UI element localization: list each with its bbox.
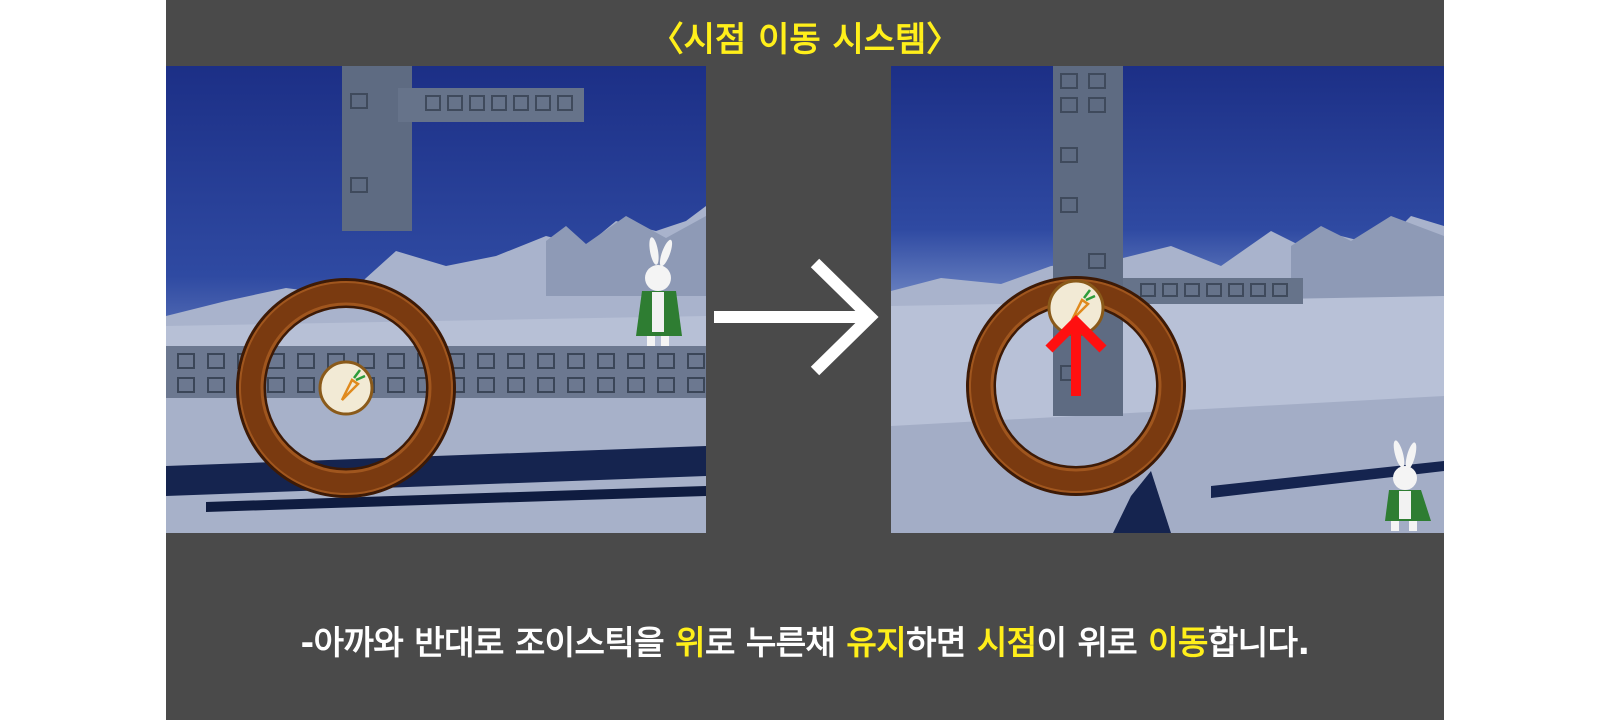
caption-text: -아까와 반대로 조이스틱을 (300, 623, 676, 662)
caption-text: 로 누른채 (704, 623, 847, 662)
slide: 〈시점 이동 시스템〉 -아까와 반대로 조이스틱을 위로 누른채 유지하면 시… (166, 0, 1444, 720)
caption: -아까와 반대로 조이스틱을 위로 누른채 유지하면 시점이 위로 이동합니다. (166, 616, 1444, 664)
caption-highlight: 이동 (1148, 623, 1208, 662)
slide-title: 〈시점 이동 시스템〉 (649, 20, 961, 60)
caption-text: 하면 (906, 623, 977, 662)
caption-highlight: 유지 (846, 623, 907, 662)
game-screenshot-before (166, 66, 706, 533)
caption-text: 합니다. (1207, 623, 1310, 662)
caption-highlight: 시점 (976, 623, 1037, 662)
right-arrow-icon (710, 258, 886, 380)
caption-text: 이 위로 (1036, 623, 1149, 662)
carrot-icon[interactable] (318, 360, 374, 416)
caption-highlight: 위 (675, 623, 705, 662)
game-screenshot-after (891, 66, 1444, 533)
